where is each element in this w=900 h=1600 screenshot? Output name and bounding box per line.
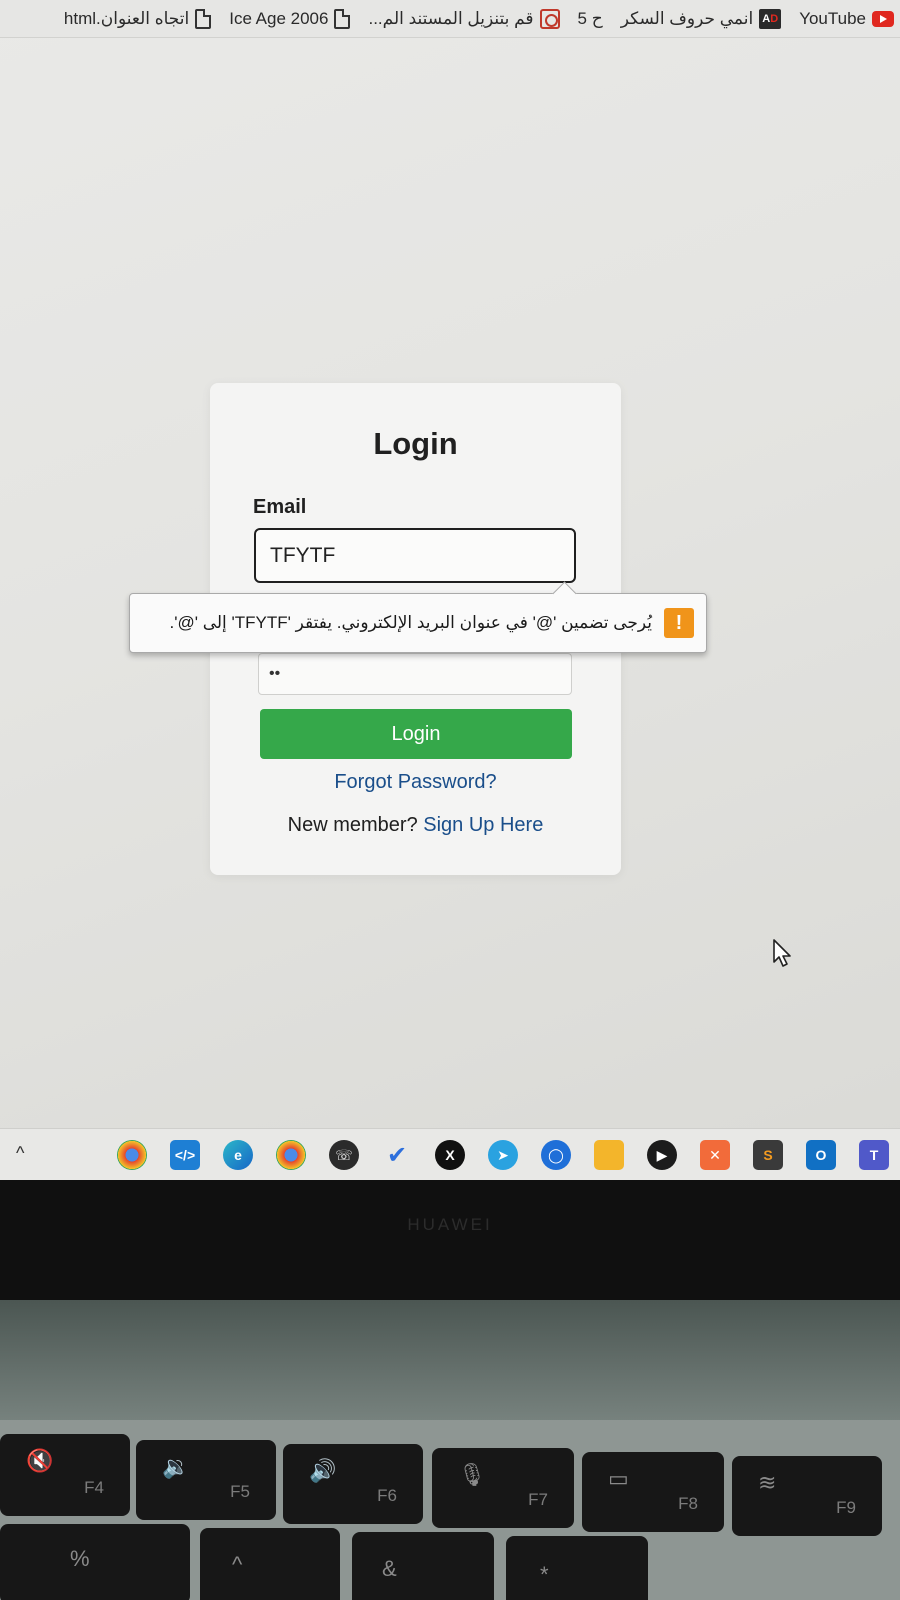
edge-icon[interactable]: e: [223, 1140, 253, 1170]
volume-up-icon: 🔊: [309, 1458, 337, 1483]
keyboard: 🔇 F4 🔉 F5 🔊 F6 🎙 F7 ▭ F8 ≋ F9 % ^ & *: [0, 1420, 900, 1600]
key-f5: 🔉 F5: [136, 1440, 276, 1520]
key-label: F9: [836, 1498, 856, 1517]
key-caret: ^: [200, 1528, 340, 1600]
key-f6: 🔊 F6: [283, 1444, 423, 1524]
ad-logo-icon: AD: [759, 8, 782, 29]
bookmark-label: قم بتنزيل المستند الم...: [368, 8, 534, 28]
laptop-hinge: [0, 1300, 900, 1430]
brand-logo: HUAWEI: [407, 1215, 493, 1234]
xampp-icon[interactable]: ✕: [700, 1140, 730, 1170]
bookmark-ice-age[interactable]: Ice Age 2006: [229, 8, 351, 29]
login-title: Login: [373, 426, 458, 461]
signup-row: New member? Sign Up Here: [210, 814, 621, 837]
volume-down-icon: 🔉: [162, 1454, 190, 1479]
key-symbol: *: [540, 1562, 549, 1587]
whatsapp-icon[interactable]: ☏: [329, 1140, 359, 1170]
bookmark-label: YouTube: [799, 8, 866, 28]
key-f9: ≋ F9: [732, 1456, 882, 1536]
key-f8: ▭ F8: [582, 1452, 724, 1532]
bookmark-extra[interactable]: ح 5: [578, 9, 603, 29]
key-label: F8: [678, 1494, 698, 1513]
mute-icon: 🔇: [26, 1448, 54, 1473]
file-explorer-icon[interactable]: [594, 1140, 624, 1170]
key-f7: 🎙 F7: [432, 1448, 574, 1528]
key-f4: 🔇 F4: [0, 1434, 130, 1516]
bookmark-label: ح 5: [577, 8, 603, 28]
telegram-icon[interactable]: ➤: [488, 1140, 518, 1170]
login-button[interactable]: Login: [260, 709, 572, 759]
screen: YouTube AD انمي حروف السكر ح 5 قم بتنزيل…: [0, 0, 900, 1180]
todo-check-icon[interactable]: ✔: [382, 1140, 412, 1170]
chrome-icon[interactable]: [276, 1140, 306, 1170]
bookmark-anime[interactable]: AD انمي حروف السكر: [620, 8, 782, 29]
mouse-cursor-icon: [773, 939, 791, 967]
bookmark-html[interactable]: اتجاه العنوان.html: [63, 8, 212, 29]
pdf-icon: [539, 8, 560, 29]
media-player-icon[interactable]: ▶: [647, 1140, 677, 1170]
bookmark-label: انمي حروف السكر: [620, 8, 754, 28]
forgot-password-link[interactable]: Forgot Password?: [210, 771, 621, 794]
key-asterisk: *: [506, 1536, 648, 1600]
document-icon: [334, 8, 351, 29]
warning-icon: !: [664, 608, 694, 638]
sublime-text-icon[interactable]: S: [753, 1140, 783, 1170]
signup-link[interactable]: Sign Up Here: [423, 814, 543, 836]
email-label: Email: [253, 496, 307, 518]
key-symbol: %: [70, 1546, 90, 1571]
chat-icon[interactable]: ◯: [541, 1140, 571, 1170]
bookmarks-bar: YouTube AD انمي حروف السكر ح 5 قم بتنزيل…: [0, 0, 900, 38]
mic-mute-icon: 🎙: [458, 1462, 486, 1487]
key-ampersand: &: [352, 1532, 494, 1600]
youtube-icon: [872, 10, 894, 27]
bookmark-pdf[interactable]: قم بتنزيل المستند الم...: [368, 8, 560, 29]
x-icon[interactable]: X: [435, 1140, 465, 1170]
outlook-icon[interactable]: O: [806, 1140, 836, 1170]
bookmark-label: Ice Age 2006: [229, 8, 329, 28]
key-label: F6: [377, 1486, 397, 1505]
display-icon: ▭: [608, 1466, 629, 1491]
teams-icon[interactable]: T: [859, 1140, 889, 1170]
document-icon: [195, 8, 212, 29]
validation-tooltip: ! يُرجى تضمين '@' في عنوان البريد الإلكت…: [129, 593, 707, 653]
tray-chevron-icon[interactable]: ^: [16, 1143, 24, 1164]
email-input[interactable]: [254, 528, 576, 583]
key-label: F5: [230, 1482, 250, 1501]
key-symbol: &: [382, 1556, 397, 1581]
new-member-text: New member?: [287, 814, 418, 836]
wifi-icon: ≋: [758, 1470, 777, 1495]
laptop-bezel: HUAWEI: [0, 1180, 900, 1300]
key-symbol: ^: [232, 1552, 243, 1577]
taskbar: ^ </> e ☏ ✔ X ➤ ◯ ▶ ✕ S O T: [0, 1128, 900, 1180]
vscode-icon[interactable]: </>: [170, 1140, 200, 1170]
bookmark-label: اتجاه العنوان.html: [63, 8, 190, 28]
bookmark-youtube[interactable]: YouTube: [799, 9, 894, 29]
key-percent: %: [0, 1524, 190, 1600]
key-label: F4: [84, 1478, 104, 1497]
key-label: F7: [528, 1490, 548, 1509]
password-input[interactable]: [258, 653, 572, 695]
chrome-profile-icon[interactable]: [117, 1140, 147, 1170]
validation-message: يُرجى تضمين '@' في عنوان البريد الإلكترو…: [169, 613, 652, 632]
